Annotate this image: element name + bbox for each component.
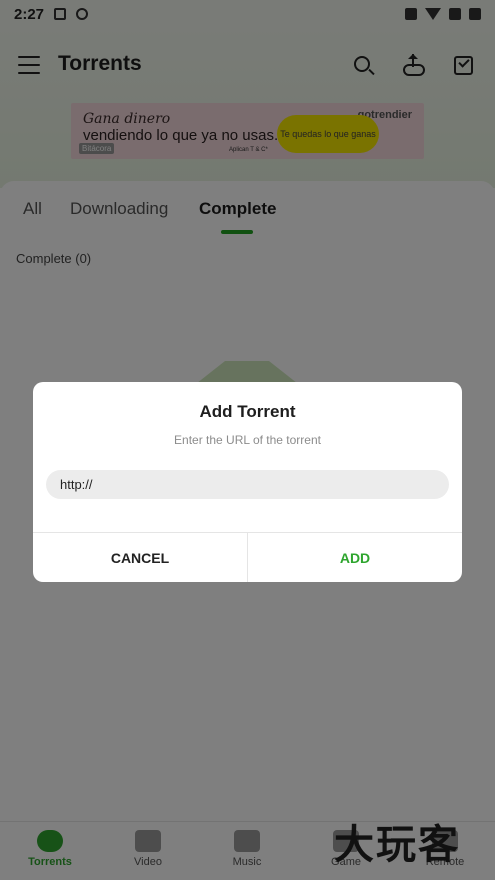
watermark-logo: 大玩客 [334,822,460,868]
add-button[interactable]: ADD [248,533,462,582]
add-torrent-dialog: Add Torrent Enter the URL of the torrent… [33,382,462,582]
dialog-subtitle: Enter the URL of the torrent [174,433,321,447]
cancel-button[interactable]: CANCEL [33,533,248,582]
dialog-title: Add Torrent [199,402,296,421]
torrent-url-input[interactable] [46,470,449,499]
dialog-actions: CANCEL ADD [33,532,462,582]
